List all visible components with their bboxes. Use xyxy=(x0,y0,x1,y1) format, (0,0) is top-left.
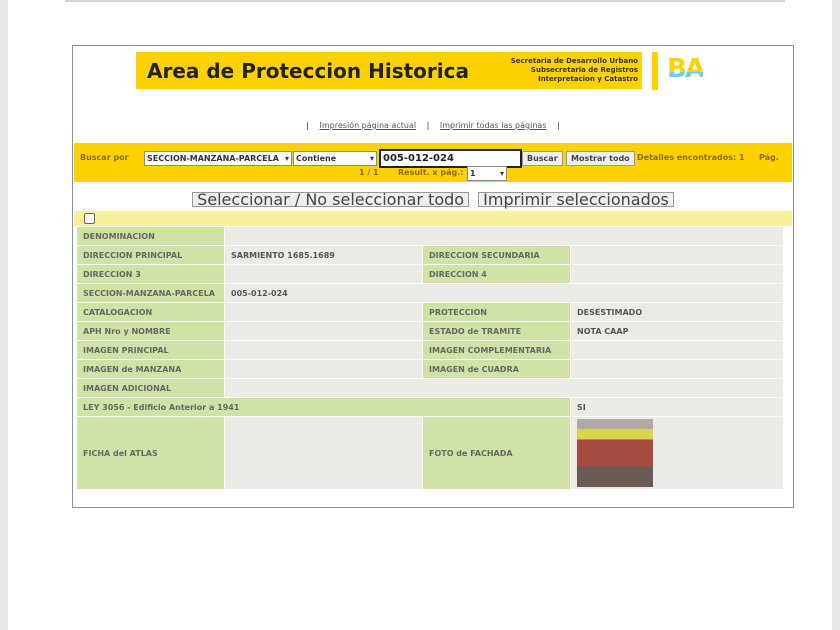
print-current-link[interactable]: Impresión página actual xyxy=(320,121,417,130)
search-bar: Buscar por SECCION-MANZANA-PARCELA ▾ Cont… xyxy=(74,143,792,182)
field-value xyxy=(571,265,783,283)
field-value: NOTA CAAP xyxy=(571,322,783,340)
table-row: IMAGEN de MANZANA IMAGEN de CUADRA xyxy=(77,360,783,378)
operator-select[interactable]: Contiene ▾ xyxy=(293,151,377,166)
field-value xyxy=(571,341,783,359)
subtitle-line: Secretaria de Desarrollo Urbano xyxy=(510,57,638,65)
action-row: Seleccionar / No seleccionar todo Imprim… xyxy=(73,190,793,209)
results-count: Detalles encontrados: 1 xyxy=(637,153,745,162)
table-row: IMAGEN PRINCIPAL IMAGEN COMPLEMENTARIA xyxy=(77,341,783,359)
per-page-select[interactable]: 1 ▾ xyxy=(467,166,507,181)
search-field-select[interactable]: SECCION-MANZANA-PARCELA ▾ xyxy=(144,151,292,166)
table-row: SECCION-MANZANA-PARCELA 005-012-024 xyxy=(77,284,783,302)
facade-photo[interactable] xyxy=(577,419,653,487)
separator: | xyxy=(306,121,309,130)
print-selected-button[interactable]: Imprimir seleccionados xyxy=(478,190,674,209)
subtitle-line: Subsecretaria de Registros xyxy=(530,66,638,74)
show-all-button[interactable]: Mostrar todo xyxy=(566,151,635,166)
field-value xyxy=(571,417,783,489)
search-button[interactable]: Buscar xyxy=(522,151,563,166)
search-by-label: Buscar por xyxy=(80,153,129,162)
field-value: DESESTIMADO xyxy=(571,303,783,321)
header-banner: Area de Proteccion Historica Secretaria … xyxy=(136,52,642,89)
field-value xyxy=(225,322,422,340)
field-label: DENOMINACION xyxy=(77,227,224,245)
field-label: APH Nro y NOMBRE xyxy=(77,322,224,340)
field-value xyxy=(225,303,422,321)
per-page-label: Result. x pág.: xyxy=(398,168,464,177)
select-bar xyxy=(74,211,792,226)
field-label: IMAGEN de MANZANA xyxy=(77,360,224,378)
field-label: SECCION-MANZANA-PARCELA xyxy=(77,284,224,302)
field-value xyxy=(225,417,422,489)
selected-value: 1 xyxy=(470,169,476,178)
field-value: 005-012-024 xyxy=(225,284,783,302)
field-label: DIRECCION PRINCIPAL xyxy=(77,246,224,264)
ba-logo: BA xyxy=(667,54,705,84)
field-label: DIRECCION SECUNDARIA xyxy=(423,246,570,264)
page-label: Pág. xyxy=(759,153,779,162)
table-row: FICHA del ATLAS FOTO de FACHADA xyxy=(77,417,783,489)
field-label: FOTO de FACHADA xyxy=(423,417,570,489)
field-value xyxy=(571,246,783,264)
table-row: DENOMINACION xyxy=(77,227,783,245)
record-checkbox[interactable] xyxy=(84,213,95,224)
field-label: IMAGEN de CUADRA xyxy=(423,360,570,378)
table-row: DIRECCION PRINCIPAL SARMIENTO 1685.1689 DI… xyxy=(77,246,783,264)
field-value xyxy=(225,379,783,397)
page: Area de Proteccion Historica Secretaria … xyxy=(8,0,832,630)
divider xyxy=(65,0,785,2)
selected-value: Contiene xyxy=(296,154,337,163)
field-value xyxy=(225,341,422,359)
field-value xyxy=(571,360,783,378)
field-label: ESTADO de TRAMITE xyxy=(423,322,570,340)
field-label: IMAGEN ADICIONAL xyxy=(77,379,224,397)
field-value xyxy=(225,360,422,378)
subtitle-line: Interpretacion y Catastro xyxy=(538,75,638,83)
field-label: IMAGEN COMPLEMENTARIA xyxy=(423,341,570,359)
print-links: | Impresión página actual | Imprimir tod… xyxy=(73,121,793,130)
chevron-down-icon: ▾ xyxy=(499,169,504,178)
field-label: IMAGEN PRINCIPAL xyxy=(77,341,224,359)
print-all-link[interactable]: Imprimir todas las páginas xyxy=(440,121,547,130)
field-label: DIRECCION 3 xyxy=(77,265,224,283)
table-row: CATALOGACION PROTECCION DESESTIMADO xyxy=(77,303,783,321)
selected-value: SECCION-MANZANA-PARCELA xyxy=(147,154,279,163)
field-value: SI xyxy=(571,398,783,416)
table-row: LEY 3056 - Edificio Anterior a 1941 SI xyxy=(77,398,783,416)
header-subtitle: Secretaria de Desarrollo Urbano Subsecre… xyxy=(511,57,638,84)
field-label: PROTECCION xyxy=(423,303,570,321)
chevron-down-icon: ▾ xyxy=(284,154,289,163)
chevron-down-icon: ▾ xyxy=(369,154,374,163)
separator: | xyxy=(426,121,430,130)
table-row: IMAGEN ADICIONAL xyxy=(77,379,783,397)
field-label: DIRECCION 4 xyxy=(423,265,570,283)
field-label: FICHA del ATLAS xyxy=(77,417,224,489)
field-value xyxy=(225,265,422,283)
record-table: DENOMINACION DIRECCION PRINCIPAL SARMIENT… xyxy=(76,226,784,490)
select-all-button[interactable]: Seleccionar / No seleccionar todo xyxy=(192,190,470,209)
field-value xyxy=(225,227,783,245)
table-row: APH Nro y NOMBRE ESTADO de TRAMITE NOTA CA… xyxy=(77,322,783,340)
field-label: LEY 3056 - Edificio Anterior a 1941 xyxy=(77,398,570,416)
divider xyxy=(652,52,658,90)
field-value: SARMIENTO 1685.1689 xyxy=(225,246,422,264)
content-frame: Area de Proteccion Historica Secretaria … xyxy=(72,45,794,508)
page-title: Area de Proteccion Historica xyxy=(147,59,469,83)
page-indicator: 1 / 1 xyxy=(359,168,379,177)
table-row: DIRECCION 3 DIRECCION 4 xyxy=(77,265,783,283)
separator: | xyxy=(557,121,560,130)
field-label: CATALOGACION xyxy=(77,303,224,321)
